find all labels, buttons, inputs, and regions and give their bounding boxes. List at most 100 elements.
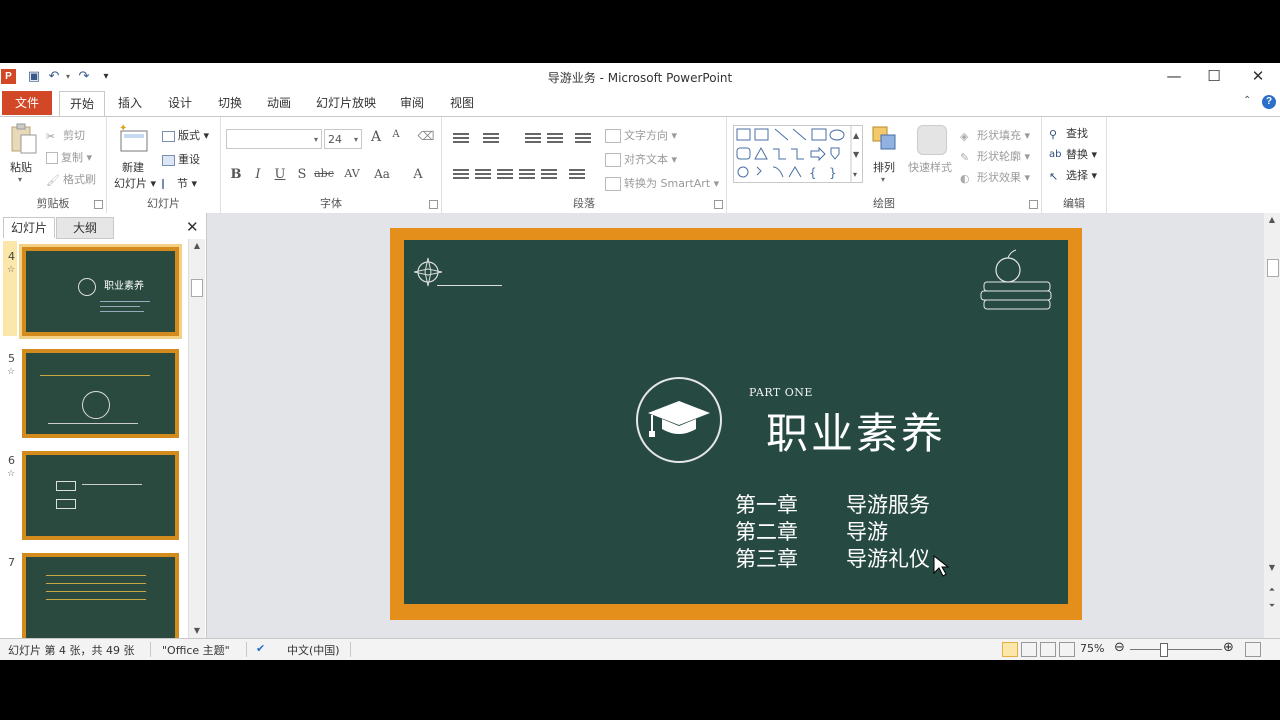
increase-indent-icon[interactable] (546, 131, 564, 147)
font-size-combo[interactable]: 24 ▾ (324, 129, 362, 149)
text-shadow-button[interactable]: S (292, 167, 312, 187)
shrink-font-button[interactable]: A (386, 129, 406, 149)
arrange-icon[interactable] (871, 125, 899, 157)
reset-button[interactable]: 重设 (162, 151, 200, 167)
scroll-thumb[interactable] (191, 279, 203, 297)
next-slide-icon[interactable]: ⏷ (1264, 599, 1280, 613)
tab-slideshow[interactable]: 幻灯片放映 (311, 91, 381, 115)
grow-font-button[interactable]: A (366, 129, 386, 149)
clipboard-launcher-icon[interactable] (94, 200, 103, 209)
new-slide-button[interactable]: 幻灯片 ▾ (114, 175, 156, 191)
numbering-icon[interactable] (482, 131, 500, 147)
slide-sorter-icon[interactable] (1021, 642, 1037, 657)
tab-slides-pane[interactable]: 幻灯片 (3, 217, 55, 238)
arrange-button[interactable]: 排列 (873, 159, 895, 175)
language[interactable]: 中文(中国) (287, 642, 340, 658)
line-spacing-icon[interactable] (574, 131, 592, 147)
smartart-button[interactable]: 转换为 SmartArt ▾ (605, 175, 719, 191)
tab-animations[interactable]: 动画 (261, 91, 297, 115)
shape-outline-button[interactable]: ✎ 形状轮廓 ▾ (960, 148, 1030, 164)
tab-design[interactable]: 设计 (162, 91, 198, 115)
minimize-icon[interactable]: — (1160, 66, 1188, 86)
align-right-icon[interactable] (496, 167, 514, 183)
font-launcher-icon[interactable] (429, 200, 438, 209)
quick-styles-icon[interactable] (917, 125, 947, 155)
slide-thumbnail[interactable]: 职业素养 (19, 244, 182, 339)
collapse-ribbon-icon[interactable]: ⌃ (1243, 95, 1251, 106)
new-slide-icon[interactable]: ✦ (119, 123, 149, 155)
slide-thumbnail[interactable] (22, 553, 179, 638)
slide-thumbnail[interactable] (22, 451, 179, 540)
drawing-launcher-icon[interactable] (1029, 200, 1038, 209)
previous-slide-icon[interactable]: ⏶ (1264, 583, 1280, 597)
shape-fill-button[interactable]: ◈ 形状填充 ▾ (960, 127, 1030, 143)
tab-transitions[interactable]: 切换 (212, 91, 248, 115)
decrease-indent-icon[interactable] (524, 131, 542, 147)
font-color-button[interactable]: A (408, 167, 428, 187)
distributed-icon[interactable] (540, 167, 558, 183)
bullets-icon[interactable] (452, 131, 470, 147)
slide-scrollbar[interactable]: ▲ ▼ ⏶ ⏷ (1264, 213, 1280, 638)
tab-insert[interactable]: 插入 (112, 91, 148, 115)
shapes-gallery[interactable]: { } ▲ ▼ ▾ (733, 125, 863, 183)
fit-slide-icon[interactable] (1245, 642, 1261, 657)
format-painter-button[interactable]: 🖌 格式刷 (46, 171, 96, 187)
replace-button[interactable]: ab 替换 ▾ (1049, 146, 1097, 162)
current-slide[interactable]: PART ONE 职业素养 第一章 导游服务 第二章 导游 第三章 导游礼仪 (390, 228, 1082, 620)
align-text-button[interactable]: 对齐文本 ▾ (605, 151, 677, 167)
zoom-in-icon[interactable]: ⊕ (1223, 640, 1234, 655)
tab-file[interactable]: 文件 (2, 91, 52, 115)
arrange-dropdown-icon[interactable]: ▾ (881, 175, 885, 184)
text-direction-button[interactable]: 文字方向 ▾ (605, 127, 677, 143)
select-button[interactable]: ↖ 选择 ▾ (1049, 167, 1097, 183)
slide-thumbnail[interactable] (22, 349, 179, 438)
underline-button[interactable]: U (270, 167, 290, 187)
align-left-icon[interactable] (452, 167, 470, 183)
scroll-thumb[interactable] (1267, 259, 1279, 277)
copy-button[interactable]: 复制 ▾ (46, 149, 92, 165)
italic-button[interactable]: I (248, 167, 268, 187)
new-slide-label-1[interactable]: 新建 (122, 159, 144, 175)
normal-view-icon[interactable] (1002, 642, 1018, 657)
tab-review[interactable]: 审阅 (394, 91, 430, 115)
scroll-down-icon[interactable]: ▼ (1264, 561, 1280, 575)
quick-styles-button[interactable]: 快速样式 (908, 159, 952, 175)
columns-icon[interactable] (568, 167, 586, 183)
tab-view[interactable]: 视图 (444, 91, 480, 115)
reading-view-icon[interactable] (1040, 642, 1056, 657)
paragraph-group: 文字方向 ▾ 对齐文本 ▾ 转换为 SmartArt ▾ 段落 (442, 117, 727, 213)
clear-format-icon[interactable]: ⌫ (416, 129, 436, 149)
zoom-out-icon[interactable]: ⊖ (1114, 640, 1125, 655)
char-spacing-button[interactable]: AV (342, 167, 362, 187)
maximize-icon[interactable]: ☐ (1200, 66, 1228, 86)
find-button[interactable]: ⚲ 查找 (1049, 125, 1088, 141)
zoom-level[interactable]: 75% (1080, 642, 1104, 655)
help-icon[interactable]: ? (1262, 95, 1276, 109)
layout-button[interactable]: 版式 ▾ (162, 127, 209, 143)
paste-button[interactable]: 粘贴 (10, 159, 32, 175)
scroll-up-icon[interactable]: ▲ (1264, 213, 1280, 227)
align-center-icon[interactable] (474, 167, 492, 183)
cut-button[interactable]: ✂ 剪切 (46, 127, 85, 143)
tab-outline-pane[interactable]: 大纲 (56, 217, 114, 239)
paste-dropdown-icon[interactable]: ▾ (18, 175, 22, 184)
scroll-up-icon[interactable]: ▲ (189, 239, 205, 253)
scroll-down-icon[interactable]: ▼ (189, 624, 205, 638)
paragraph-launcher-icon[interactable] (714, 200, 723, 209)
pane-close-icon[interactable]: ✕ (186, 218, 199, 236)
bold-button[interactable]: B (226, 167, 246, 187)
font-name-combo[interactable]: ▾ (226, 129, 322, 149)
justify-icon[interactable] (518, 167, 536, 183)
paste-icon[interactable] (9, 123, 39, 155)
zoom-slider[interactable] (1130, 649, 1222, 650)
slideshow-view-icon[interactable] (1059, 642, 1075, 657)
spellcheck-icon[interactable]: ✔ (256, 642, 265, 655)
tab-home[interactable]: 开始 (59, 91, 105, 116)
section-button[interactable]: 节 ▾ (162, 175, 197, 191)
strikethrough-button[interactable]: abc (314, 167, 334, 187)
pane-scrollbar[interactable]: ▲ ▼ (188, 239, 205, 638)
change-case-button[interactable]: Aa (372, 167, 392, 187)
zoom-slider-knob[interactable] (1160, 643, 1168, 657)
shape-effects-button[interactable]: ◐ 形状效果 ▾ (960, 169, 1030, 185)
close-icon[interactable]: ✕ (1244, 66, 1272, 86)
